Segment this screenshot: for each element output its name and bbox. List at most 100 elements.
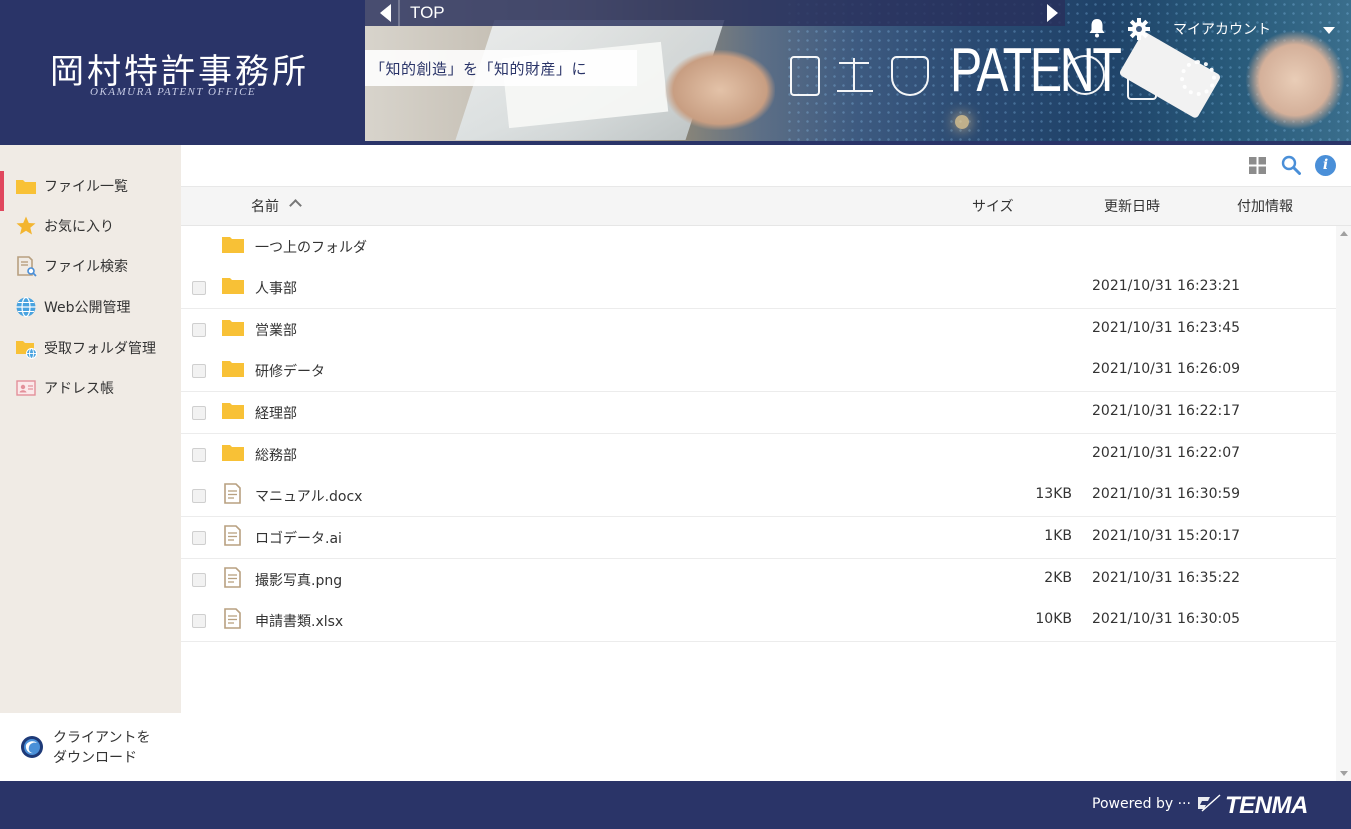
document-icon	[224, 608, 241, 629]
breadcrumb-prev-arrow-icon[interactable]	[380, 4, 391, 22]
folder-icon	[222, 403, 244, 419]
globe-icon	[16, 296, 36, 318]
breadcrumb-separator	[398, 0, 400, 26]
tenma-logo-icon	[1198, 794, 1221, 812]
search-icon[interactable]	[1281, 155, 1301, 175]
file-updated-date: 2021/10/31 16:22:07	[1092, 445, 1241, 461]
info-icon[interactable]: i	[1315, 155, 1336, 176]
sidebar-item-favorites[interactable]: お気に入り	[0, 205, 181, 245]
table-row[interactable]: 人事部 2021/10/31 16:23:21	[181, 267, 1336, 309]
table-row[interactable]: 営業部 2021/10/31 16:23:45	[181, 309, 1336, 351]
table-row[interactable]: 申請書類.xlsx 10KB 2021/10/31 16:30:05	[181, 600, 1336, 642]
file-updated-date: 2021/10/31 16:22:17	[1092, 403, 1241, 419]
banner-light-glow	[955, 115, 969, 129]
file-updated-date: 2021/10/31 15:20:17	[1092, 528, 1241, 544]
file-name[interactable]: マニュアル.docx	[255, 486, 362, 506]
table-row[interactable]: 経理部 2021/10/31 16:22:17	[181, 392, 1336, 434]
row-checkbox[interactable]	[192, 489, 206, 503]
table-row[interactable]: 研修データ 2021/10/31 16:26:09	[181, 350, 1336, 392]
document-icon	[224, 483, 241, 504]
file-size: 13KB	[1035, 486, 1072, 502]
file-search-icon	[17, 256, 37, 277]
sidebar-item-address-book[interactable]: アドレス帳	[0, 367, 181, 407]
column-header-name[interactable]: 名前	[251, 196, 279, 216]
file-updated-date: 2021/10/31 16:26:09	[1092, 361, 1241, 377]
file-list: 一つ上のフォルダ 人事部 2021/10/31 16:23:21 営業部 202…	[181, 226, 1336, 781]
table-row[interactable]: 総務部 2021/10/31 16:22:07	[181, 434, 1336, 476]
scroll-down-arrow-icon[interactable]	[1340, 771, 1348, 776]
sidebar: ファイル一覧 お気に入り ファイル検索 Web公開管理 受取フォルダ管理 アドレ…	[0, 145, 181, 781]
gear-outline-icon	[1180, 60, 1216, 96]
row-checkbox[interactable]	[192, 364, 206, 378]
sidebar-item-receive-folder[interactable]: 受取フォルダ管理	[0, 327, 181, 367]
column-header-extra-info[interactable]: 付加情報	[1237, 196, 1293, 216]
address-book-icon	[16, 380, 36, 396]
scroll-up-arrow-icon[interactable]	[1340, 231, 1348, 236]
document-icon	[224, 525, 241, 546]
folder-icon	[222, 278, 244, 294]
folder-icon	[222, 361, 244, 377]
download-client-label: クライアントを ダウンロード	[53, 730, 151, 766]
file-size: 2KB	[1044, 570, 1072, 586]
star-icon	[16, 216, 36, 235]
row-checkbox[interactable]	[192, 614, 206, 628]
row-checkbox[interactable]	[192, 531, 206, 545]
sidebar-item-label: お気に入り	[44, 219, 114, 235]
row-checkbox[interactable]	[192, 323, 206, 337]
sidebar-item-label: ファイル検索	[44, 259, 128, 275]
banner-hand-shape	[665, 50, 775, 130]
download-client-button[interactable]: クライアントを ダウンロード	[0, 713, 181, 781]
award-icon	[1065, 55, 1105, 95]
my-account-menu[interactable]: マイアカウント	[1173, 19, 1271, 39]
table-row[interactable]: マニュアル.docx 13KB 2021/10/31 16:30:59	[181, 475, 1336, 517]
folder-icon	[222, 320, 244, 336]
client-app-icon	[21, 736, 43, 758]
logo-english-name: OKAMURA PATENT OFFICE	[90, 86, 257, 98]
parent-folder-row[interactable]: 一つ上のフォルダ	[181, 226, 1336, 268]
sidebar-item-label: Web公開管理	[44, 300, 131, 316]
sidebar-item-label: 受取フォルダ管理	[44, 341, 156, 357]
file-name[interactable]: 総務部	[255, 445, 297, 465]
folder-globe-icon	[16, 341, 37, 359]
gear-icon[interactable]	[1128, 18, 1150, 40]
column-header-size[interactable]: サイズ	[972, 196, 1014, 216]
scale-icon	[837, 56, 873, 92]
breadcrumb-next-arrow-icon[interactable]	[1047, 4, 1058, 22]
bell-icon[interactable]	[1088, 18, 1106, 38]
vertical-scrollbar[interactable]	[1336, 226, 1351, 781]
file-name[interactable]: 撮影写真.png	[255, 570, 342, 590]
file-table-header: 名前 サイズ 更新日時 付加情報	[181, 187, 1351, 226]
file-name[interactable]: 営業部	[255, 320, 297, 340]
sidebar-item-web-publish[interactable]: Web公開管理	[0, 286, 181, 326]
app-header: 岡村特許事務所 OKAMURA PATENT OFFICE PATENT TOP…	[0, 0, 1351, 145]
column-header-updated[interactable]: 更新日時	[1104, 196, 1160, 216]
file-name[interactable]: 研修データ	[255, 361, 325, 381]
file-name[interactable]: 経理部	[255, 403, 297, 423]
breadcrumb-top-link[interactable]: TOP	[410, 3, 445, 23]
grid-view-icon[interactable]	[1249, 157, 1266, 174]
file-name[interactable]: 申請書類.xlsx	[255, 611, 343, 631]
file-toolbar	[181, 145, 1351, 187]
file-updated-date: 2021/10/31 16:35:22	[1092, 570, 1241, 586]
tagline-text: 「知的創造」を「知的財産」に	[370, 60, 588, 78]
file-name[interactable]: 人事部	[255, 278, 297, 298]
table-row[interactable]: 撮影写真.png 2KB 2021/10/31 16:35:22	[181, 559, 1336, 601]
table-row[interactable]: ロゴデータ.ai 1KB 2021/10/31 15:20:17	[181, 517, 1336, 559]
parent-folder-label: 一つ上のフォルダ	[255, 240, 367, 256]
office-logo[interactable]: 岡村特許事務所 OKAMURA PATENT OFFICE	[0, 0, 365, 141]
row-checkbox[interactable]	[192, 448, 206, 462]
sidebar-item-label: ファイル一覧	[44, 179, 128, 195]
row-checkbox[interactable]	[192, 573, 206, 587]
chevron-down-icon[interactable]	[1323, 27, 1335, 34]
row-checkbox[interactable]	[192, 281, 206, 295]
file-updated-date: 2021/10/31 16:23:45	[1092, 320, 1241, 336]
file-updated-date: 2021/10/31 16:23:21	[1092, 278, 1241, 294]
banner-hand-shape	[1245, 30, 1345, 130]
sidebar-item-file-list[interactable]: ファイル一覧	[0, 165, 181, 211]
breadcrumb-bar	[365, 0, 1065, 26]
tenma-brand[interactable]: TENMA	[1225, 792, 1308, 820]
row-checkbox[interactable]	[192, 406, 206, 420]
sidebar-item-file-search[interactable]: ファイル検索	[0, 245, 181, 285]
shield-icon	[891, 56, 929, 96]
file-name[interactable]: ロゴデータ.ai	[255, 528, 342, 548]
